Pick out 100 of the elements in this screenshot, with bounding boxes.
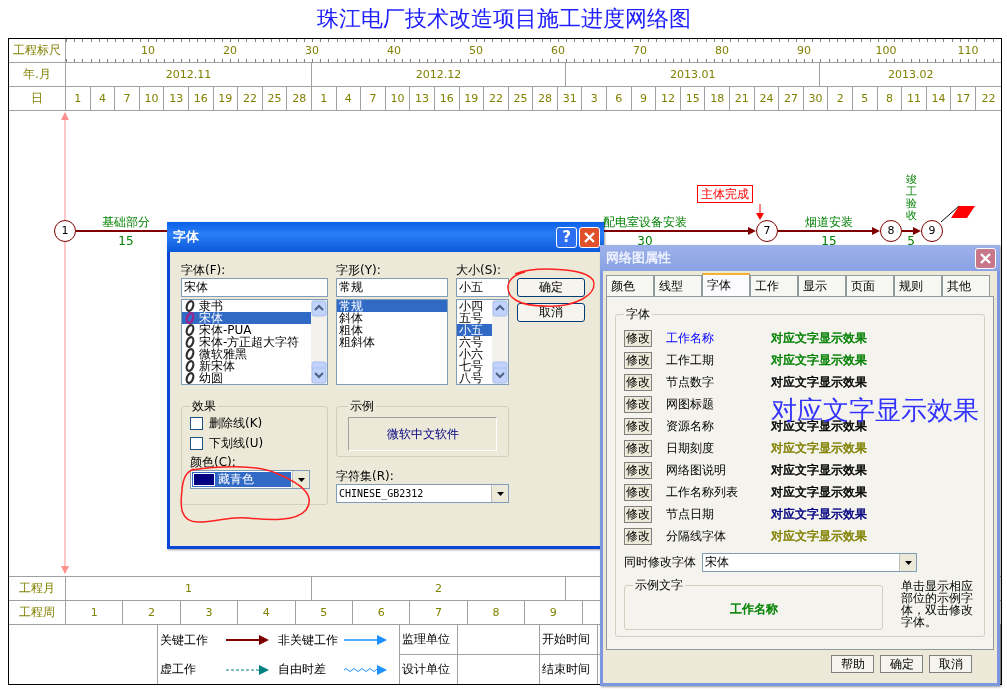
legend-arrow [344, 634, 388, 646]
field-label: 字体(F): [181, 263, 227, 277]
setting-label[interactable]: 分隔线字体 [666, 528, 726, 544]
setting-label[interactable]: 网图标题 [666, 396, 714, 412]
week-cell: 5 [295, 601, 353, 624]
setting-label[interactable]: 工作名称 [666, 330, 714, 346]
close-icon [980, 252, 991, 264]
tab[interactable]: 规则 [894, 275, 942, 296]
sample-text: 对应文字显示效果 [771, 506, 867, 522]
legend-label: 自由时差 [277, 662, 327, 677]
edit-button[interactable]: 修改 [624, 417, 652, 435]
field-label: 字形(Y): [336, 263, 382, 277]
charset-combo[interactable]: CHINESE_GB2312 [336, 484, 509, 503]
month-cell: 2013.01 [566, 63, 821, 86]
color-combo[interactable]: 藏青色 [190, 470, 310, 489]
week-cell: 7 [410, 601, 468, 624]
checkbox[interactable] [190, 416, 203, 430]
list-item[interactable]: 六号 [457, 336, 492, 348]
scrollbar[interactable] [492, 300, 508, 384]
setting-label[interactable]: 节点日期 [666, 506, 714, 522]
edit-button[interactable]: 修改 [624, 395, 652, 413]
list-item[interactable]: 隶书 [182, 300, 311, 312]
scale-label: 10 [141, 43, 155, 58]
scale-label: 110 [957, 43, 979, 58]
field-label: 字符集(R): [336, 469, 395, 484]
tab[interactable]: 线型 [654, 275, 702, 296]
setting-label[interactable]: 日期刻度 [666, 440, 714, 456]
day-cell-text: 22 [980, 90, 997, 107]
month-cell: 2012.11 [66, 63, 312, 86]
legend-label: 关键工作 [159, 632, 209, 648]
scale-label: 40 [387, 43, 401, 58]
milestone-arrow [755, 204, 765, 221]
scrollbar[interactable] [311, 300, 327, 384]
activity-name: 烟道安装 [805, 215, 853, 229]
day-cell: 11 [902, 87, 927, 110]
month-cell: 2 [312, 577, 567, 600]
list-item[interactable]: 幼圆 [182, 372, 311, 384]
setting-label[interactable]: 工作工期 [666, 352, 714, 368]
edit-button[interactable]: 修改 [624, 439, 652, 457]
sample-text: 对应文字显示效果 [771, 528, 867, 544]
day-cell: 14 [926, 87, 952, 110]
dialog-button[interactable]: 取消 [517, 303, 585, 322]
help-button[interactable]: ? [556, 226, 577, 248]
input-field[interactable]: 小五 [456, 278, 509, 297]
dialog-button[interactable]: 帮助 [831, 655, 874, 673]
dialog-button[interactable]: 确定 [880, 655, 923, 673]
list-item[interactable]: 小五 [457, 324, 492, 336]
setting-label[interactable]: 网络图说明 [666, 462, 726, 478]
list-item[interactable]: 常规 [337, 300, 447, 312]
sample-text: 对应文字显示效果 [771, 352, 867, 368]
list-item[interactable]: 微软雅黑 [182, 348, 311, 360]
list-item[interactable]: 八号 [457, 372, 492, 384]
tab[interactable]: 工作 [750, 275, 798, 296]
field-label: 设计单位 [400, 655, 458, 684]
list-item[interactable]: 粗斜体 [337, 336, 447, 348]
day-cell: 22 [484, 87, 509, 110]
list-item[interactable]: 小六 [457, 348, 492, 360]
setting-label[interactable]: 节点数字 [666, 374, 714, 390]
edit-button[interactable]: 修改 [624, 329, 652, 347]
list-item[interactable]: 宋体-PUA [182, 324, 311, 336]
list-item[interactable]: 七号 [457, 360, 492, 372]
tab[interactable]: 显示 [798, 275, 846, 296]
tab[interactable]: 其他 [942, 275, 990, 296]
day-cell: 25 [262, 87, 288, 110]
edit-button[interactable]: 修改 [624, 373, 652, 391]
setting-label[interactable]: 资源名称 [666, 418, 714, 434]
dialog-button[interactable]: 确定 [517, 278, 585, 297]
list-item[interactable]: 新宋体 [182, 360, 311, 372]
font-combo[interactable]: 宋体 [702, 553, 917, 572]
checkbox-label: 下划线(U) [209, 435, 264, 451]
edit-button[interactable]: 修改 [624, 505, 652, 523]
edit-button[interactable]: 修改 [624, 483, 652, 501]
dialog-button[interactable]: 取消 [929, 655, 972, 673]
checkbox[interactable] [190, 436, 203, 450]
day-cell: 1 [311, 87, 337, 110]
network-node: 9 [921, 220, 943, 242]
list-item[interactable]: 小四 [457, 300, 492, 312]
tab[interactable]: 页面 [846, 275, 894, 296]
day-cell: 3 [582, 87, 608, 110]
list-item[interactable]: 粗体 [337, 324, 447, 336]
input-field[interactable]: 宋体 [181, 278, 328, 297]
field-label: 颜色(C): [190, 455, 237, 470]
activity-duration: 30 [637, 234, 653, 248]
close-button[interactable] [975, 247, 996, 269]
list-item[interactable]: 五号 [457, 312, 492, 324]
week-cell: 2 [123, 601, 181, 624]
list-item[interactable]: 宋体-方正超大字符 [182, 336, 311, 348]
font-type-icon [184, 372, 196, 384]
list-item[interactable]: 宋体 [182, 312, 311, 324]
tab[interactable]: 字体 [702, 273, 750, 296]
list-item[interactable]: 斜体 [337, 312, 447, 324]
tab[interactable]: 颜色 [606, 275, 654, 296]
close-button[interactable] [579, 226, 600, 248]
edit-button[interactable]: 修改 [624, 527, 652, 545]
edit-button[interactable]: 修改 [624, 351, 652, 369]
field-label: 监理单位 [400, 625, 458, 655]
edit-button[interactable]: 修改 [624, 461, 652, 479]
day-cell: 31 [557, 87, 583, 110]
setting-label[interactable]: 工作名称列表 [666, 484, 738, 500]
input-field[interactable]: 常规 [336, 278, 448, 297]
